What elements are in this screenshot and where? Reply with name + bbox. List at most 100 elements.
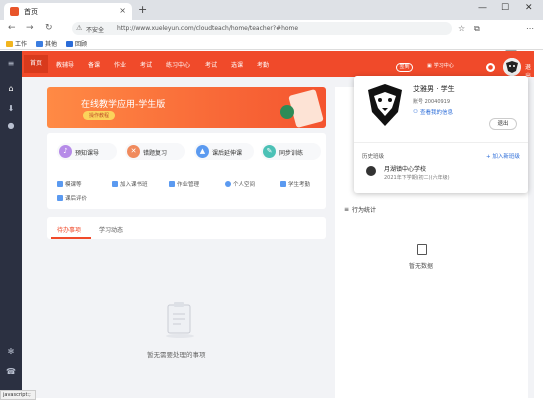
phone-icon[interactable]: ☎ <box>5 366 17 378</box>
status-bar-url: javascript:; <box>0 390 36 400</box>
book-icon <box>57 181 63 187</box>
stats-title-label: 行为统计 <box>352 207 377 214</box>
wolf-avatar-icon <box>364 82 406 128</box>
notification-icon[interactable]: ● <box>486 63 495 72</box>
more-icon[interactable]: ⋯ <box>526 24 534 33</box>
quick-link[interactable]: 加入课书班 <box>112 180 148 188</box>
calendar-icon <box>280 181 286 187</box>
todo-empty-text: 暂无需要处理的事项 <box>147 351 206 359</box>
center-icon: ▣ <box>427 62 432 69</box>
refresh-icon[interactable]: ↻ <box>45 23 53 33</box>
phone-illustration-icon <box>288 88 324 128</box>
new-tab-icon[interactable]: + <box>138 3 147 16</box>
bookmark-icon <box>66 40 73 47</box>
cross-icon: ✕ <box>127 145 140 158</box>
plant-illustration-icon <box>280 105 294 119</box>
minimize-icon[interactable]: — <box>478 3 487 13</box>
tab-title: 首页 <box>24 8 38 16</box>
star-icon <box>225 181 231 187</box>
nav-item[interactable]: 考试 <box>205 60 217 69</box>
nav-item[interactable]: 教辅导 <box>56 60 74 69</box>
tab-learning[interactable]: 学习动态 <box>99 225 123 234</box>
site-favicon-icon <box>10 7 19 16</box>
favorite-icon[interactable]: ☆ <box>458 24 465 33</box>
join-icon <box>112 181 118 187</box>
logout-button[interactable]: 退出 <box>489 118 517 130</box>
nav-item[interactable]: 作业 <box>114 60 126 69</box>
maximize-icon[interactable]: ☐ <box>501 3 509 13</box>
user-avatar[interactable] <box>503 58 521 76</box>
back-icon[interactable]: ← <box>8 23 16 33</box>
quick-action-label: 课后延伸课 <box>212 150 243 157</box>
quick-link[interactable]: 课后评价 <box>57 194 87 202</box>
forward-icon[interactable]: → <box>26 23 34 33</box>
music-icon: ♪ <box>59 145 72 158</box>
quick-link[interactable]: 学生考勤 <box>280 180 310 188</box>
view-profile-label: 查看我的信息 <box>419 110 453 116</box>
url-text: http://www.xueleyun.com/cloudteach/home/… <box>117 25 299 32</box>
user-icon[interactable]: ● <box>5 120 17 132</box>
quick-link[interactable]: 个人空间 <box>225 180 255 188</box>
bookmark-work[interactable]: 工作 <box>6 39 27 48</box>
top-nav: 首页 教辅导 备课 作业 考试 练习中心 考试 选课 考勤 签到 ▣ 学习中心 … <box>22 51 534 87</box>
download-icon[interactable]: ⬇ <box>5 103 17 115</box>
menu-icon[interactable]: ≡ <box>5 58 17 70</box>
nav-item[interactable]: 选课 <box>231 60 243 69</box>
school-logo-icon <box>366 166 376 176</box>
stats-empty-text: 暂无数据 <box>409 263 434 270</box>
tab-todo[interactable]: 待办事项 <box>57 225 81 234</box>
close-window-icon[interactable]: ✕ <box>525 3 533 13</box>
join-class-link[interactable]: + 加入新班级 <box>486 152 520 160</box>
view-profile-link[interactable]: ⚇ 查看我的信息 <box>413 108 453 116</box>
empty-calendar-icon <box>417 244 427 255</box>
folder-icon <box>6 40 13 47</box>
active-tab-underline <box>51 237 91 239</box>
todo-tabs-card: 待办事项 学习动态 <box>47 217 326 239</box>
nav-item[interactable]: 考试 <box>140 60 152 69</box>
globe-icon <box>36 40 43 47</box>
nav-item[interactable]: 考勤 <box>257 60 269 69</box>
collections-icon[interactable]: ⧉ <box>474 24 480 34</box>
nav-item[interactable]: 练习中心 <box>166 60 190 69</box>
evaluation-icon <box>57 195 63 201</box>
bookmark-review[interactable]: 回顾 <box>66 39 87 48</box>
app-sidebar: ≡ ⌂ ⬇ ● ✻ ☎ <box>0 51 22 398</box>
browser-tab-bar: 首页 × + — ☐ ✕ <box>0 0 543 20</box>
warning-icon: ⚠ <box>76 24 83 32</box>
triangle-icon: ▲ <box>196 145 209 158</box>
empty-clipboard-icon <box>166 302 194 338</box>
quick-link[interactable]: 模课等 <box>57 180 82 188</box>
nav-home[interactable]: 首页 <box>24 55 48 73</box>
bookmark-label: 回顾 <box>75 41 88 48</box>
bookmark-label: 工作 <box>15 41 28 48</box>
quick-action-training[interactable]: ✎ 同步训练 <box>261 143 321 160</box>
promo-banner[interactable]: 在线教学应用-学生版 操作教程 <box>47 87 326 128</box>
browser-tab[interactable]: 首页 × <box>4 3 132 20</box>
checkin-badge[interactable]: 签到 <box>396 63 413 72</box>
bookmark-label: 其他 <box>45 41 58 48</box>
bookmark-other[interactable]: 其他 <box>36 39 57 48</box>
user-name: 艾雅男 · 学生 <box>413 85 455 93</box>
quick-action-label: 预知课导 <box>75 150 100 157</box>
history-class-label: 历史班级 <box>362 154 385 160</box>
settings-icon[interactable]: ✻ <box>5 346 17 358</box>
nav-item[interactable]: 备课 <box>88 60 100 69</box>
quick-link[interactable]: 作业管理 <box>169 180 199 188</box>
quick-action-extension[interactable]: ▲ 课后延伸课 <box>194 143 254 160</box>
stats-title: ≡ 行为统计 <box>344 205 376 214</box>
learning-center-button[interactable]: ▣ 学习中心 <box>427 62 454 70</box>
url-field[interactable]: ⚠ 不安全 http://www.xueleyun.com/cloudteach… <box>72 22 452 35</box>
center-label: 学习中心 <box>433 63 454 69</box>
person-icon: ⚇ <box>413 109 418 115</box>
user-dropdown: 艾雅男 · 学生 账号 20040919 ⚇ 查看我的信息 退出 历史班级 + … <box>354 76 528 193</box>
address-bar-row: ← → ↻ ⚠ 不安全 http://www.xueleyun.com/clou… <box>0 20 543 54</box>
tab-close-icon[interactable]: × <box>119 6 126 15</box>
list-icon: ≡ <box>344 206 350 213</box>
quick-action-preview[interactable]: ♪ 预知课导 <box>57 143 117 160</box>
tutorial-button[interactable]: 操作教程 <box>83 111 116 120</box>
quick-action-mistakes[interactable]: ✕ 错题复习 <box>125 143 185 160</box>
school-name[interactable]: 月湖镇中心学校 <box>384 164 426 173</box>
home-icon[interactable]: ⌂ <box>5 83 17 95</box>
divider <box>354 142 528 143</box>
homework-icon <box>169 181 175 187</box>
